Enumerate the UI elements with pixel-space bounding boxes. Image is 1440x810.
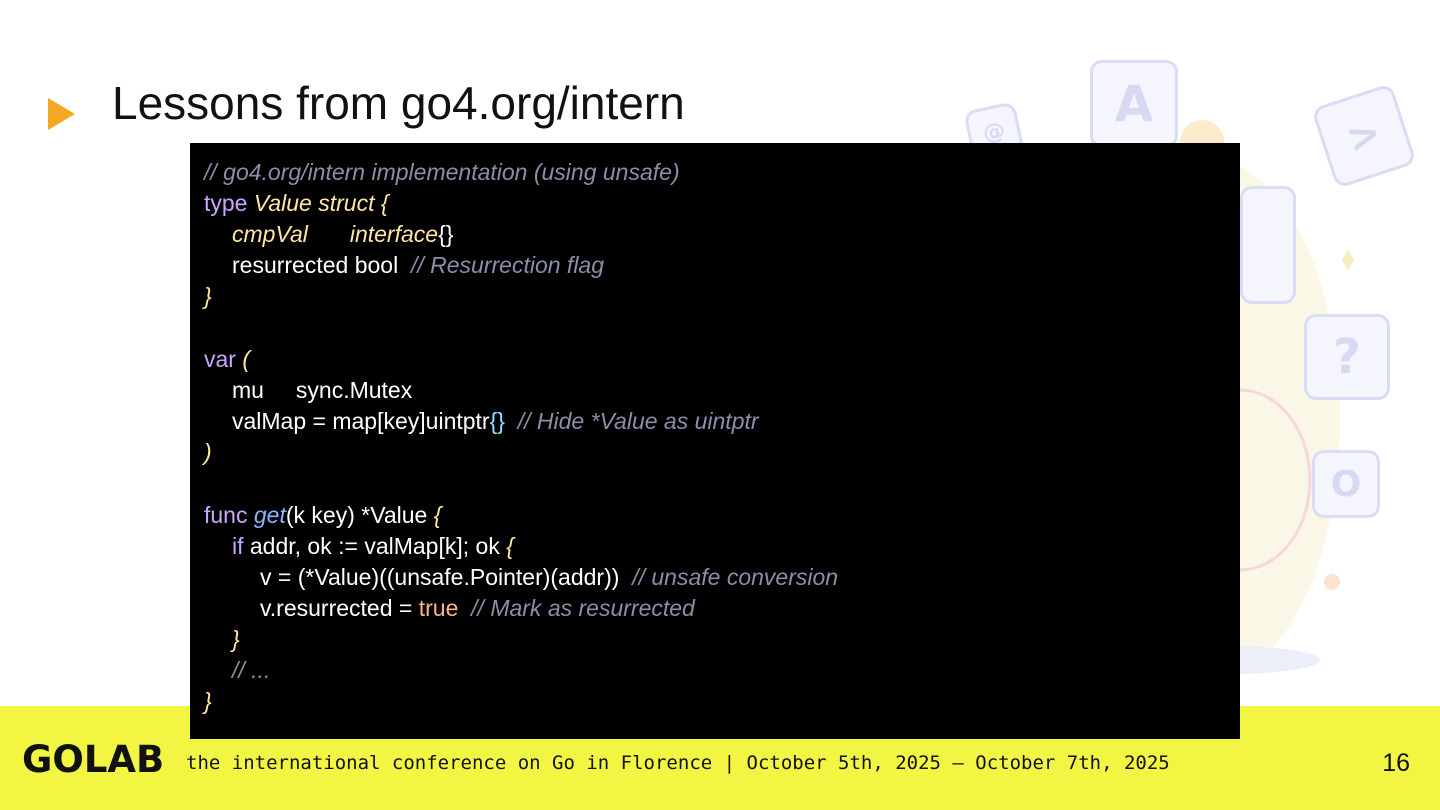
code-comment: // Hide *Value as uintptr xyxy=(517,408,759,434)
code-comment: // Resurrection flag xyxy=(410,252,605,278)
code-line: // go4.org/intern implementation (using … xyxy=(204,157,680,187)
code-line: resurrected bool // Resurrection flag xyxy=(232,250,604,280)
code-line: v = (*Value)((unsafe.Pointer)(addr)) // … xyxy=(260,562,838,592)
code-block: // go4.org/intern implementation (using … xyxy=(190,143,1240,739)
keycap-question-icon: ? xyxy=(1304,314,1390,400)
code-comment: // unsafe conversion xyxy=(632,564,839,590)
code-line: mu sync.Mutex xyxy=(232,375,412,405)
code-line: cmpVal interface{} xyxy=(232,219,453,249)
code-keyword: struct xyxy=(318,190,375,216)
code-brace: } xyxy=(232,626,240,652)
slide: A ? O @ > Lessons from go4.org/intern //… xyxy=(0,0,1440,810)
code-line: } xyxy=(204,686,212,716)
code-field: cmpVal xyxy=(232,221,308,247)
code-line: type Value struct { xyxy=(204,188,389,218)
code-brace: } xyxy=(204,688,212,714)
code-keyword: if xyxy=(232,533,244,559)
code-boolean: true xyxy=(418,595,459,621)
code-line: } xyxy=(204,281,212,311)
code-text: addr, ok := valMap[k]; ok xyxy=(249,533,500,559)
code-brace: } xyxy=(204,283,212,309)
code-brace: { xyxy=(506,533,514,559)
code-text: valMap = map[key]uintptr xyxy=(232,408,490,434)
code-text: v.resurrected = xyxy=(260,595,419,621)
keycap-o-icon: O xyxy=(1312,450,1380,518)
code-brace: { xyxy=(380,190,389,216)
code-comment: // go4.org/intern implementation (using … xyxy=(204,159,680,185)
code-type: interface xyxy=(349,221,439,247)
code-text: resurrected bool xyxy=(232,252,399,278)
keycap-a-icon: A xyxy=(1090,60,1178,148)
code-paren: ) xyxy=(204,439,212,465)
code-line: func get(k key) *Value { xyxy=(204,500,441,530)
slide-title: Lessons from go4.org/intern xyxy=(112,77,685,129)
code-line: ) xyxy=(204,437,212,467)
code-type-name: Value xyxy=(253,190,312,216)
code-keyword: func xyxy=(204,502,248,528)
code-keyword: var xyxy=(204,346,236,372)
code-line: if addr, ok := valMap[k]; ok { xyxy=(232,531,514,561)
code-text: (k key) *Value xyxy=(285,502,428,528)
code-line: // ... xyxy=(232,655,270,685)
code-text: mu sync.Mutex xyxy=(232,377,413,403)
code-function-name: get xyxy=(253,502,286,528)
code-keyword: type xyxy=(204,190,248,216)
code-line: valMap = map[key]uintptr{} // Hide *Valu… xyxy=(232,406,759,436)
golab-logo: GOLAB xyxy=(22,738,165,781)
code-brace: { xyxy=(433,502,442,528)
page-number: 16 xyxy=(1382,749,1410,777)
code-text: v = (*Value)((unsafe.Pointer)(addr)) xyxy=(260,564,620,590)
keycap-blank-icon xyxy=(1240,186,1296,304)
code-brace: {} xyxy=(438,221,454,247)
code-line: } xyxy=(232,624,240,654)
code-brace: {} xyxy=(489,408,505,434)
code-comment: // Mark as resurrected xyxy=(471,595,695,621)
title-bullet-icon xyxy=(48,98,75,130)
code-line: var ( xyxy=(204,344,250,374)
code-comment: // ... xyxy=(232,657,271,683)
footer-tagline: the international conference on Go in Fl… xyxy=(186,752,1170,774)
code-paren: ( xyxy=(242,346,251,372)
code-line: v.resurrected = true // Mark as resurrec… xyxy=(260,593,695,623)
